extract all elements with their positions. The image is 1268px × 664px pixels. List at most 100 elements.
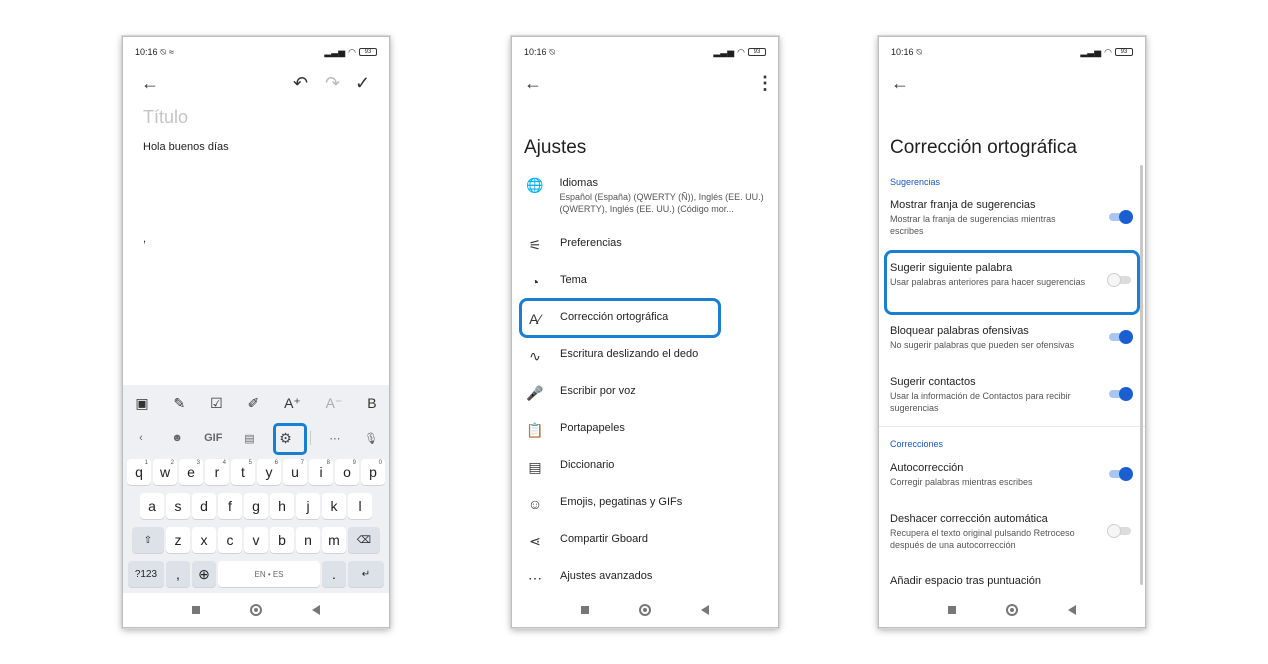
key-b[interactable]: b (270, 527, 294, 553)
key-s[interactable]: s (166, 493, 190, 519)
key-q-hint: 1 (144, 460, 148, 466)
settings-item-escritura-deslizando-el-dedo[interactable]: ∿ Escritura deslizando el dedo (526, 348, 768, 365)
redo-icon[interactable]: ↷ (325, 74, 340, 92)
key-r[interactable]: r4 (205, 459, 229, 485)
shift-key[interactable]: ⇧ (132, 527, 164, 553)
image-icon[interactable]: ▣ (135, 395, 148, 412)
note-title-input[interactable]: Título (143, 107, 188, 128)
status-time: 10:16 (891, 47, 914, 57)
phone-spellcheck-screen: 10:16 ⍉ ▂▃▅ ◠ 93 ← Corrección ortográfica S… (878, 36, 1146, 628)
option-row[interactable]: Deshacer corrección automática Recupera e… (890, 513, 1131, 551)
settings-item-idiomas[interactable]: 🌐 Idiomas Español (España) (QWERTY (Ñ)), I… (526, 177, 768, 215)
key-i-label: i (319, 464, 323, 480)
settings-item-emojis-pegatinas-y-gifs[interactable]: ☺ Emojis, pegatinas y GIFs (526, 496, 768, 512)
sticker-icon[interactable]: ☻ (165, 432, 189, 444)
key-z[interactable]: z (166, 527, 190, 553)
home-icon[interactable] (1006, 604, 1018, 616)
key-e[interactable]: e3 (179, 459, 203, 485)
backspace-key[interactable]: ⌫ (348, 527, 380, 553)
key-t[interactable]: t5 (231, 459, 255, 485)
check-icon[interactable]: ✓ (355, 74, 370, 92)
key-l[interactable]: l (348, 493, 372, 519)
key-q[interactable]: q1 (127, 459, 151, 485)
clipboard-icon[interactable]: ▤ (237, 432, 261, 445)
key-h[interactable]: h (270, 493, 294, 519)
chevron-left-icon[interactable]: ‹ (129, 432, 153, 444)
text-size-up-icon[interactable]: A⁺ (284, 395, 301, 412)
highlight-icon[interactable]: ✐ (247, 395, 259, 412)
settings-item-preferencias[interactable]: ⚟ Preferencias (526, 237, 768, 254)
emoji-comma-key[interactable]: , (166, 561, 190, 587)
recents-icon[interactable] (948, 606, 956, 614)
toggle-switch[interactable] (1109, 467, 1133, 481)
toggle-switch[interactable] (1109, 210, 1133, 224)
key-d[interactable]: d (192, 493, 216, 519)
settings-item-escribir-por-voz[interactable]: 🎤 Escribir por voz (526, 385, 768, 402)
scrollbar[interactable] (1140, 165, 1143, 585)
key-o[interactable]: o9 (335, 459, 359, 485)
back-nav-icon[interactable] (701, 605, 709, 615)
mic-icon[interactable]: 🎙 (359, 432, 383, 445)
toggle-switch[interactable] (1109, 330, 1133, 344)
key-k[interactable]: k (322, 493, 346, 519)
key-m[interactable]: m (322, 527, 346, 553)
key-j[interactable]: j (296, 493, 320, 519)
back-arrow-icon[interactable]: ← (141, 74, 159, 92)
wifi-icon: ◠ (737, 46, 745, 57)
pen-icon[interactable]: ✎ (174, 395, 186, 412)
overflow-menu-icon[interactable]: ⋮ (756, 74, 774, 92)
bold-icon[interactable]: B (367, 395, 376, 411)
option-row[interactable]: Autocorrección Corregir palabras mientras… (890, 462, 1133, 488)
settings-item-tema[interactable]: ◔ Tema (526, 274, 768, 290)
toggle-switch[interactable] (1109, 387, 1133, 401)
page-title: Corrección ortográfica (890, 137, 1077, 158)
settings-item-ajustes-avanzados[interactable]: ⋯ Ajustes avanzados (526, 570, 768, 587)
option-row[interactable]: Bloquear palabras ofensivas No sugerir pa… (890, 325, 1133, 351)
more-icon[interactable]: ⋯ (323, 432, 347, 445)
enter-key[interactable]: ↵ (348, 561, 384, 587)
wifi-icon: ◠ (348, 46, 356, 57)
gif-button[interactable]: GIF (201, 432, 225, 444)
space-key[interactable]: EN • ES (218, 561, 320, 587)
settings-item-portapapeles[interactable]: 📋 Portapapeles (526, 422, 768, 439)
settings-item-diccionario[interactable]: ▤ Diccionario (526, 459, 768, 476)
undo-icon[interactable]: ↶ (293, 74, 308, 92)
key-c[interactable]: c (218, 527, 242, 553)
key-w[interactable]: w2 (153, 459, 177, 485)
toggle-switch[interactable] (1107, 524, 1131, 538)
settings-item-text: Idiomas Español (España) (QWERTY (Ñ)), In… (559, 177, 769, 215)
back-nav-icon[interactable] (312, 605, 320, 615)
option-row[interactable]: Sugerir contactos Usar la información de … (890, 376, 1133, 414)
key-u[interactable]: u7 (283, 459, 307, 485)
key-i[interactable]: i8 (309, 459, 333, 485)
globe-key-icon[interactable]: ⊕ (192, 561, 216, 587)
option-subtitle: Recupera el texto original pulsando Retr… (890, 528, 1075, 550)
back-nav-icon[interactable] (1068, 605, 1076, 615)
option-row[interactable]: Mostrar franja de sugerencias Mostrar la … (890, 199, 1133, 237)
note-cursor-mark: , (143, 233, 147, 245)
home-icon[interactable] (639, 604, 651, 616)
key-a[interactable]: a (140, 493, 164, 519)
period-key[interactable]: . (322, 561, 346, 587)
checkbox-icon[interactable]: ☑ (210, 395, 223, 412)
key-v[interactable]: v (244, 527, 268, 553)
settings-item-text: Compartir Gboard (560, 533, 648, 545)
symbols-key[interactable]: ?123 (128, 561, 164, 587)
option-row[interactable]: Añadir espacio tras puntuación (890, 575, 1131, 587)
note-body-text[interactable]: Hola buenos días (143, 141, 229, 153)
back-arrow-icon[interactable]: ← (891, 74, 909, 92)
back-arrow-icon[interactable]: ← (524, 74, 542, 92)
key-g[interactable]: g (244, 493, 268, 519)
status-bar: 10:16 ⍉ ≈ ▂▃▅ ◠ 93 (135, 45, 377, 59)
key-y[interactable]: y6 (257, 459, 281, 485)
settings-item-compartir-gboard[interactable]: ⋖ Compartir Gboard (526, 533, 768, 550)
option-title: Autocorrección (890, 462, 964, 474)
key-x[interactable]: x (192, 527, 216, 553)
recents-icon[interactable] (581, 606, 589, 614)
key-n[interactable]: n (296, 527, 320, 553)
key-f[interactable]: f (218, 493, 242, 519)
key-p[interactable]: p0 (361, 459, 385, 485)
home-icon[interactable] (250, 604, 262, 616)
recents-icon[interactable] (192, 606, 200, 614)
text-size-down-icon[interactable]: A⁻ (326, 395, 343, 412)
